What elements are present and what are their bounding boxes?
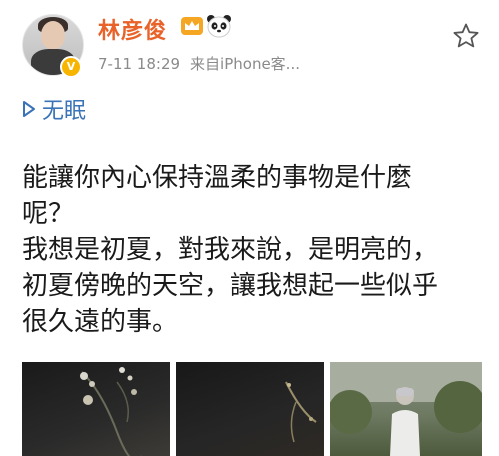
- content-line: 呢？: [22, 199, 75, 229]
- post-timestamp: 7-11 18:29: [98, 55, 181, 73]
- photo-thumbnail[interactable]: [22, 362, 170, 456]
- photo-grid: [22, 362, 482, 456]
- video-link[interactable]: 无眠: [22, 93, 86, 125]
- photo-dark-branch: [285, 381, 317, 443]
- photo-dark-flowers: [80, 367, 142, 456]
- photo-thumbnail[interactable]: [176, 362, 324, 456]
- star-icon[interactable]: [452, 22, 480, 50]
- content-line: 初夏傍晚的天空，讓我想起一些似乎: [22, 271, 439, 301]
- content-line: 我想是初夏，對我來說，是明亮的，: [22, 235, 439, 265]
- photo-thumbnail[interactable]: [330, 362, 482, 456]
- content-line: 能讓你內心保持溫柔的事物是什麼: [22, 163, 413, 193]
- content-line: 很久遠的事。: [22, 307, 179, 337]
- play-icon: [23, 101, 35, 117]
- post-content: 能讓你內心保持溫柔的事物是什麼 呢？ 我想是初夏，對我來說，是明亮的， 初夏傍晚…: [22, 160, 482, 340]
- video-link-label: 无眠: [42, 99, 87, 124]
- photo-man-in-white: [330, 362, 482, 456]
- post-meta: 7-11 18:29 来自iPhone客...: [98, 53, 300, 74]
- panda-icon: [207, 15, 231, 38]
- verified-badge-icon: V: [60, 56, 82, 78]
- crown-icon: [181, 17, 203, 35]
- username[interactable]: 林彦俊: [98, 13, 167, 45]
- post-source: 来自iPhone客...: [190, 55, 300, 73]
